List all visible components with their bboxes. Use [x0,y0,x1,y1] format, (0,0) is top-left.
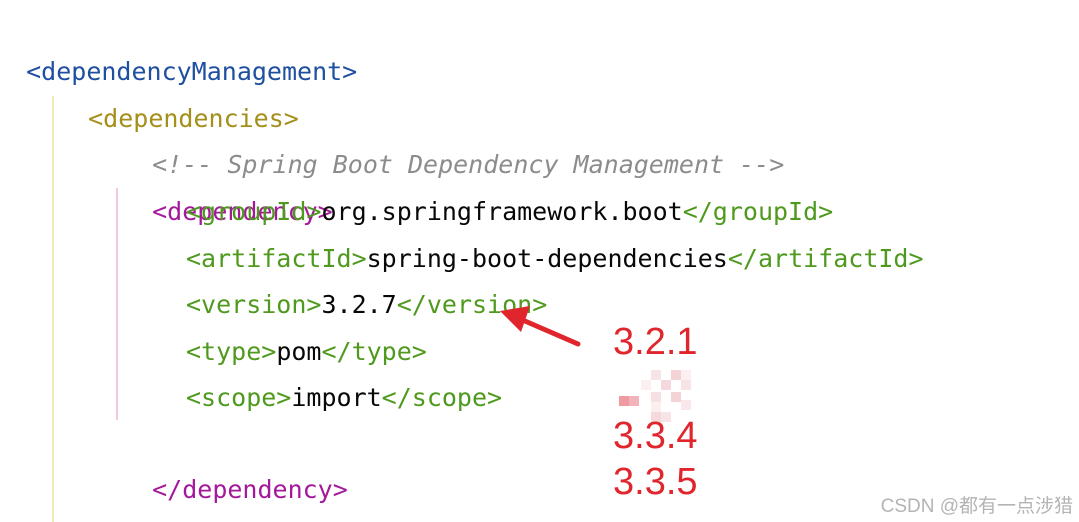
xml-tag: <version> [186,290,322,319]
xml-tag: <scope> [186,383,292,412]
indent-guide-dependencies [52,96,54,522]
indent-guide-dependency [116,188,118,420]
code-line-groupid[interactable]: <groupId>org.springframework.boot</group… [186,189,833,235]
xml-tag: </scope> [381,383,503,412]
xml-value: pom [276,337,322,366]
xml-value: import [291,383,382,412]
code-line-version[interactable]: <version>3.2.7</version> [186,282,547,328]
code-line-dependencies-open[interactable]: <dependencies> [58,50,299,133]
code-line-comment[interactable]: <!-- Spring Boot Dependency Management -… [122,96,784,179]
annotation-version-1: 3.2.1 [613,321,698,363]
xml-tag: </type> [321,337,427,366]
xml-tag: </dependency> [152,475,348,504]
xml-tag: <artifactId> [186,244,367,273]
xml-tag: </artifactId> [727,244,924,273]
pixelated-redaction [617,366,697,422]
xml-tag: <groupId> [186,197,322,226]
xml-tag: </groupId> [682,197,834,226]
annotation-version-3: 3.3.5 [613,461,698,503]
code-line-artifactid[interactable]: <artifactId>spring-boot-dependencies</ar… [186,236,924,282]
code-line-dependency-close[interactable]: </dependency> [122,421,348,504]
xml-tag: <type> [186,337,277,366]
csdn-watermark: CSDN @都有一点涉猎 [880,496,1073,517]
code-line-dependency-management-open[interactable]: <dependencyManagement> [0,3,357,86]
xml-tag: </version> [396,290,548,319]
code-line-dependency-open[interactable]: <dependency> [122,143,333,226]
annotation-version-2: 3.3.4 [613,415,698,457]
code-line-scope[interactable]: <scope>import</scope> [186,375,502,421]
xml-value: org.springframework.boot [321,197,683,226]
code-line-type[interactable]: <type>pom</type> [186,329,427,375]
xml-value: spring-boot-dependencies [366,244,728,273]
xml-value: 3.2.7 [321,290,397,319]
